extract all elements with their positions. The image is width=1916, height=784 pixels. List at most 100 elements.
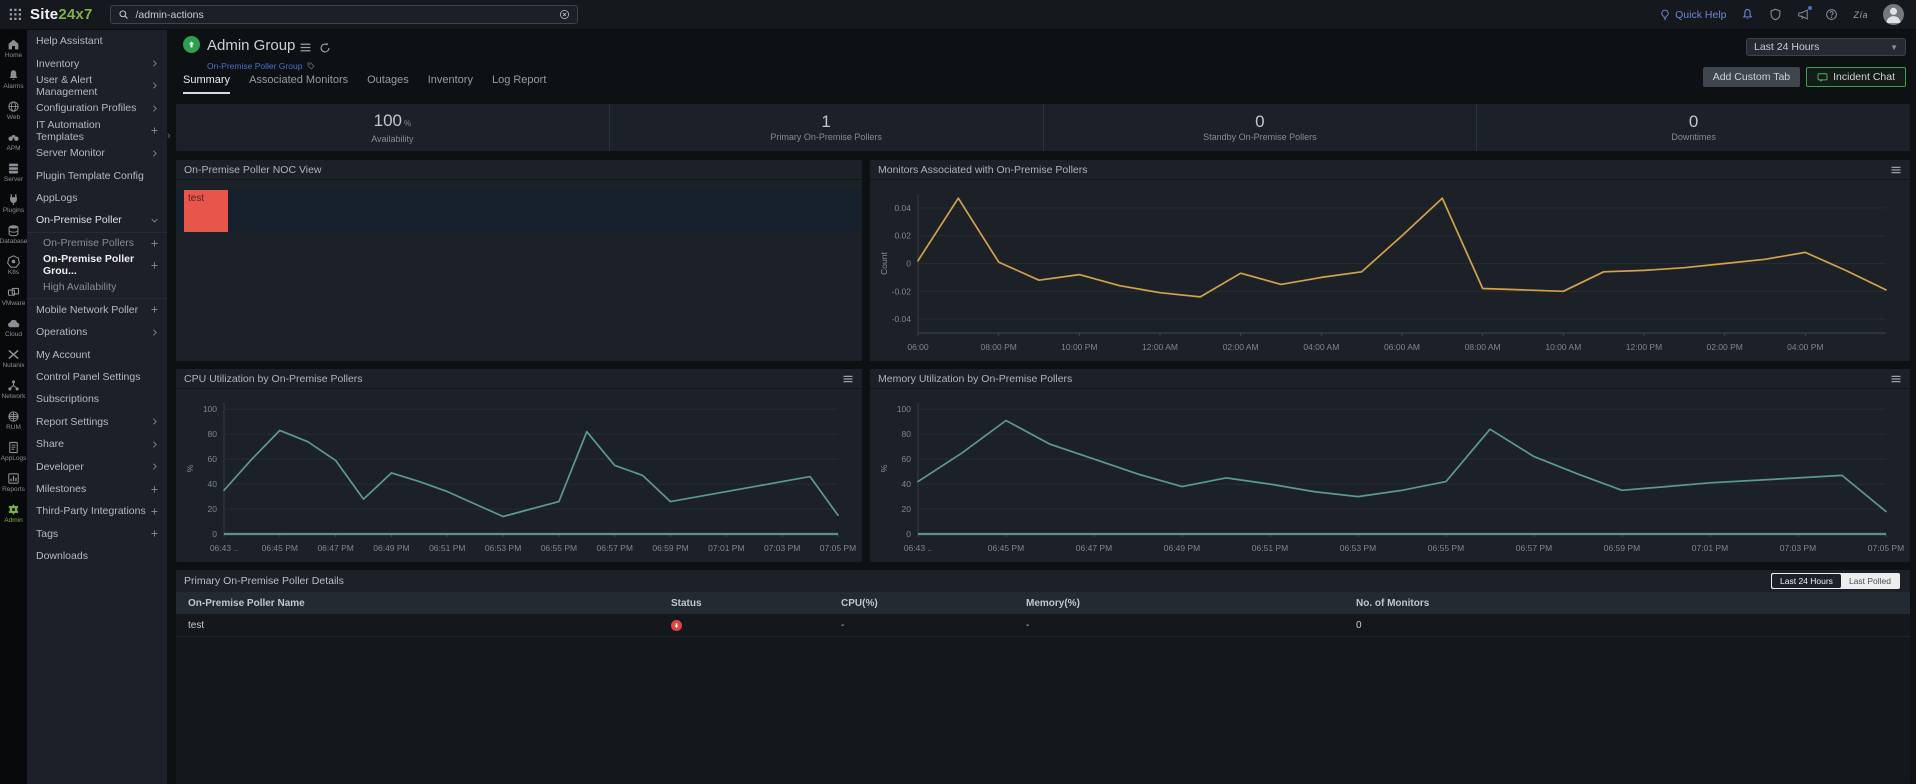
chevron-right-icon[interactable] xyxy=(150,417,159,426)
sidebar-item-tags[interactable]: Tags xyxy=(27,523,167,545)
plus-icon[interactable] xyxy=(150,239,159,248)
sidebar-item-on-premise-poller[interactable]: On-Premise Poller xyxy=(27,209,167,231)
svg-text:06:49 PM: 06:49 PM xyxy=(373,543,409,553)
sidebar-item-label: On-Premise Poller xyxy=(36,214,122,226)
sidebar-item-my-account[interactable]: My Account xyxy=(27,343,167,365)
sidebar-item-server-monitor[interactable]: Server Monitor xyxy=(27,142,167,164)
plus-icon[interactable] xyxy=(150,529,159,538)
clear-search-icon[interactable] xyxy=(559,6,570,24)
panel-menu-icon[interactable] xyxy=(1890,164,1902,176)
sidebar-item-label: Configuration Profiles xyxy=(36,102,136,114)
rail-item-cloud[interactable]: Cloud xyxy=(0,312,27,343)
chevron-right-icon[interactable] xyxy=(150,81,159,90)
apps-grid-icon[interactable] xyxy=(0,6,30,24)
sidebar-item-on-premise-pollers[interactable]: On-Premise Pollers xyxy=(27,232,167,254)
tab-associated-monitors[interactable]: Associated Monitors xyxy=(249,74,348,94)
chevron-down-icon[interactable] xyxy=(150,216,159,225)
sidebar-item-report-settings[interactable]: Report Settings xyxy=(27,411,167,433)
table-row[interactable]: test--0 xyxy=(176,614,1910,637)
sidebar-item-plugin-template-config[interactable]: Plugin Template Config xyxy=(27,164,167,186)
chevron-right-icon[interactable] xyxy=(150,59,159,68)
sidebar-item-label: Developer xyxy=(36,461,84,473)
plus-icon[interactable] xyxy=(150,261,159,270)
quick-help-button[interactable]: Quick Help xyxy=(1659,8,1726,20)
rail-item-applogs[interactable]: AppLogs xyxy=(0,436,27,467)
chevron-right-icon[interactable] xyxy=(150,462,159,471)
sidebar-item-configuration-profiles[interactable]: Configuration Profiles xyxy=(27,97,167,119)
zia-assistant-icon[interactable]: Zía xyxy=(1853,10,1868,20)
sidebar-item-it-automation-templates[interactable]: IT Automation Templates xyxy=(27,120,167,142)
monitor-type-link[interactable]: On-Premise Poller Group xyxy=(207,61,302,71)
rail-item-database[interactable]: Database xyxy=(0,219,27,250)
sidebar-item-on-premise-poller-grou[interactable]: On-Premise Poller Grou... xyxy=(27,254,167,276)
rail-item-reports[interactable]: Reports xyxy=(0,467,27,498)
rail-item-apm[interactable]: APM xyxy=(0,126,27,157)
notifications-bell-icon[interactable] xyxy=(1741,8,1754,21)
sidebar-item-inventory[interactable]: Inventory xyxy=(27,52,167,74)
sidebar-item-applogs[interactable]: AppLogs xyxy=(27,187,167,209)
chevron-right-icon[interactable] xyxy=(150,104,159,113)
plus-icon[interactable] xyxy=(150,485,159,494)
k8s-icon xyxy=(7,255,20,268)
rail-item-plugins[interactable]: Plugins xyxy=(0,188,27,219)
rail-item-alarms[interactable]: Alarms xyxy=(0,64,27,95)
time-range-select[interactable]: Last 24 Hours ▼ xyxy=(1746,38,1906,56)
sidebar-item-help-assistant[interactable]: Help Assistant xyxy=(27,30,167,52)
search-input[interactable] xyxy=(135,9,553,21)
rail-item-network[interactable]: Network xyxy=(0,374,27,405)
rail-item-home[interactable]: Home xyxy=(0,33,27,64)
sidebar-item-developer[interactable]: Developer xyxy=(27,455,167,477)
chevron-right-icon[interactable] xyxy=(150,149,159,158)
plus-icon[interactable] xyxy=(150,305,159,314)
rail-item-k8s[interactable]: K8s xyxy=(0,250,27,281)
sidebar-collapse-handle[interactable]: › xyxy=(167,130,171,142)
sidebar-item-subscriptions[interactable]: Subscriptions xyxy=(27,388,167,410)
shield-icon[interactable] xyxy=(1769,8,1782,21)
toggle-last-polled[interactable]: Last Polled xyxy=(1841,574,1899,588)
rail-item-rum[interactable]: RUM xyxy=(0,405,27,436)
sidebar-item-control-panel-settings[interactable]: Control Panel Settings xyxy=(27,366,167,388)
rail-item-nutanix[interactable]: Nutanix xyxy=(0,343,27,374)
rail-item-admin[interactable]: Admin xyxy=(0,498,27,529)
tab-summary[interactable]: Summary xyxy=(183,74,230,94)
refresh-icon[interactable] xyxy=(319,39,331,57)
sidebar-item-operations[interactable]: Operations xyxy=(27,321,167,343)
database-icon xyxy=(7,224,20,237)
svg-text:0: 0 xyxy=(906,529,911,539)
title-hamburger-icon[interactable] xyxy=(299,39,312,57)
rail-item-vmware[interactable]: VMware xyxy=(0,281,27,312)
rail-item-server[interactable]: Server xyxy=(0,157,27,188)
sidebar-item-third-party-integrations[interactable]: Third-Party Integrations xyxy=(27,500,167,522)
sidebar-item-downloads[interactable]: Downloads xyxy=(27,545,167,567)
panel-menu-icon[interactable] xyxy=(1890,373,1902,385)
noc-monitor-tile[interactable]: test xyxy=(184,190,228,232)
tab-outages[interactable]: Outages xyxy=(367,74,409,94)
sidebar-item-milestones[interactable]: Milestones xyxy=(27,478,167,500)
help-circle-icon[interactable] xyxy=(1825,8,1838,21)
announcements-megaphone-icon[interactable] xyxy=(1797,8,1810,21)
sidebar-item-label: Share xyxy=(36,438,64,450)
sidebar-item-user-alert-management[interactable]: User & Alert Management xyxy=(27,75,167,97)
chevron-right-icon[interactable] xyxy=(150,328,159,337)
tab-log-report[interactable]: Log Report xyxy=(492,74,546,94)
stat-label: Standby On-Premise Pollers xyxy=(1203,132,1317,142)
rail-item-web[interactable]: Web xyxy=(0,95,27,126)
panel-menu-icon[interactable] xyxy=(842,373,854,385)
sidebar-item-share[interactable]: Share xyxy=(27,433,167,455)
tag-icon[interactable] xyxy=(307,57,315,75)
reports-icon xyxy=(7,472,20,485)
svg-text:100: 100 xyxy=(897,404,911,414)
add-custom-tab-button[interactable]: Add Custom Tab xyxy=(1703,67,1800,87)
sidebar-item-high-availability[interactable]: High Availability xyxy=(27,276,167,298)
user-avatar[interactable] xyxy=(1883,4,1904,25)
sidebar-item-mobile-network-poller[interactable]: Mobile Network Poller xyxy=(27,299,167,321)
plus-icon[interactable] xyxy=(150,507,159,516)
chevron-right-icon[interactable] xyxy=(150,440,159,449)
plus-icon[interactable] xyxy=(150,126,159,135)
panel-title: CPU Utilization by On-Premise Pollers xyxy=(184,373,363,385)
vmware-icon xyxy=(7,286,20,299)
incident-chat-button[interactable]: Incident Chat xyxy=(1806,67,1906,87)
tab-inventory[interactable]: Inventory xyxy=(428,74,473,94)
toggle-last-24-hours[interactable]: Last 24 Hours xyxy=(1772,574,1841,588)
poller-name[interactable]: test xyxy=(176,620,671,631)
